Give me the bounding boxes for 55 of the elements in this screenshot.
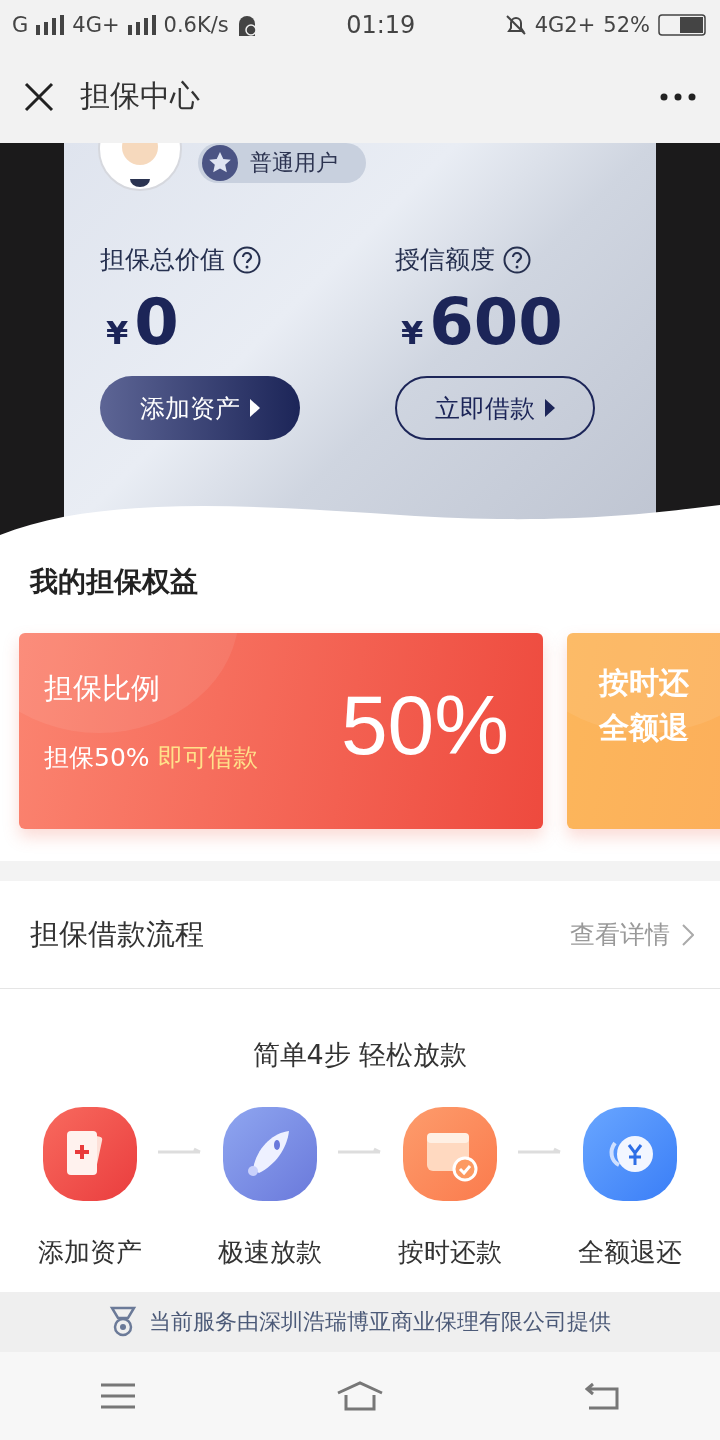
close-icon[interactable] — [24, 81, 54, 112]
step-label: 添加资产 — [38, 1236, 142, 1269]
benefit-card[interactable]: 担保比例 担保50% 即可借款 50% — [19, 633, 543, 829]
android-icon — [236, 14, 257, 36]
medal-icon — [109, 1306, 137, 1338]
cards-icon[interactable] — [43, 1107, 137, 1201]
calendar-icon[interactable] — [403, 1107, 497, 1201]
network-label: 4G2+ — [534, 13, 596, 37]
currency-symbol: ¥ — [401, 314, 424, 352]
caret-icon — [250, 399, 260, 417]
action-button[interactable]: 立即借款 — [395, 376, 595, 440]
connector-arrow — [338, 1147, 382, 1157]
connector-arrow — [158, 1147, 202, 1157]
process-subtitle: 简单4步 轻松放款 — [251, 1038, 469, 1072]
metric-label: 授信额度 — [395, 244, 495, 276]
signal-icon — [36, 15, 65, 35]
muted-bell-icon — [504, 14, 527, 36]
rocket-icon[interactable] — [223, 1107, 317, 1201]
benefit-title: 担保比例 — [44, 670, 160, 707]
amount-value: 0 — [134, 290, 179, 354]
connector-arrow — [518, 1147, 562, 1157]
details-link[interactable]: 查看详情 — [570, 918, 694, 951]
page-title: 担保中心 — [80, 77, 200, 115]
refund-icon[interactable] — [583, 1107, 677, 1201]
benefit-title: 全额退 — [599, 709, 689, 747]
help-icon[interactable] — [503, 245, 531, 274]
action-button[interactable]: 添加资产 — [100, 376, 300, 440]
back-icon[interactable] — [585, 1382, 620, 1410]
network-speed: 0.6K/s — [163, 13, 229, 37]
benefit-card[interactable]: 按时还 全额退 — [567, 633, 720, 829]
network-label: 4G+ — [72, 13, 120, 37]
home-icon[interactable] — [336, 1381, 384, 1411]
step-label: 极速放款 — [218, 1236, 322, 1269]
menu-icon[interactable] — [100, 1383, 135, 1409]
amount-value: 600 — [429, 290, 563, 354]
battery-icon — [658, 14, 708, 36]
caret-icon — [545, 399, 555, 417]
step-label: 按时还款 — [398, 1236, 502, 1269]
battery-percent: 52% — [603, 13, 650, 37]
step-label: 全额退还 — [578, 1236, 682, 1269]
signal-icon — [127, 15, 156, 35]
help-icon[interactable] — [233, 245, 261, 274]
user-level-label: 普通用户 — [250, 149, 338, 177]
metric-label: 担保总价值 — [100, 244, 225, 276]
clock-time: 01:19 — [346, 11, 416, 39]
section-title: 我的担保权益 — [28, 564, 199, 600]
benefit-title: 按时还 — [599, 664, 689, 702]
carrier-label: G — [12, 13, 29, 37]
section-title: 担保借款流程 — [30, 915, 204, 953]
chevron-right-icon — [682, 923, 694, 946]
currency-symbol: ¥ — [106, 314, 129, 352]
provider-note: 当前服务由深圳浩瑞博亚商业保理有限公司提供 — [149, 1308, 611, 1336]
benefit-value: 50% — [340, 677, 509, 774]
benefit-note: 担保50% 即可借款 — [44, 742, 258, 774]
more-icon[interactable] — [660, 92, 696, 101]
